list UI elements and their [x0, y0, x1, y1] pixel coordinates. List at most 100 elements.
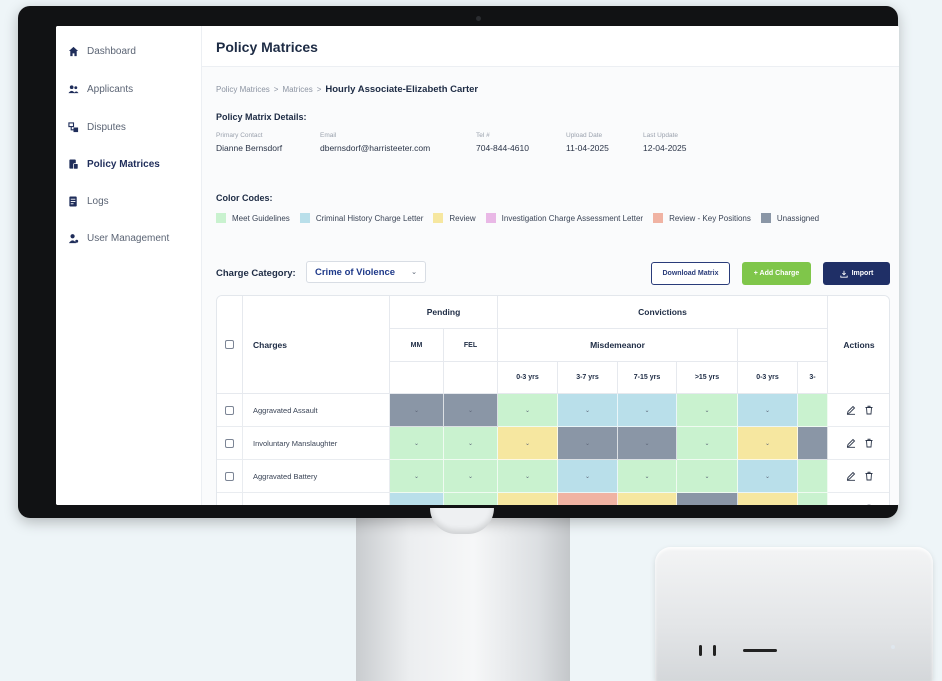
legend-item: Review — [433, 213, 476, 223]
download-matrix-label: Download Matrix — [662, 270, 719, 277]
sidebar-item-dashboard[interactable]: Dashboard — [68, 40, 198, 62]
edit-icon[interactable] — [846, 504, 856, 505]
row-checkbox[interactable] — [225, 405, 234, 415]
chevron-down-icon: ⌄ — [644, 473, 650, 480]
matrix-cell-dropdown[interactable]: ⌄ — [677, 427, 738, 460]
matrix-cell-dropdown[interactable]: ⌄ — [618, 394, 677, 427]
header-range: 0-3 yrs — [738, 362, 798, 394]
edit-icon[interactable] — [846, 471, 856, 481]
screen: Dashboard Applicants Disputes Policy Mat… — [56, 26, 899, 505]
delete-icon[interactable] — [864, 405, 874, 415]
matrix-cell-dropdown[interactable]: ⌄ — [738, 460, 798, 493]
header-convictions: Convictions — [498, 296, 828, 329]
matrix-cell-dropdown[interactable]: ⌄ — [738, 427, 798, 460]
row-actions — [828, 427, 889, 460]
sidebar-item-label: Disputes — [87, 121, 126, 133]
matrix-cell-dropdown[interactable]: ⌄ — [558, 394, 618, 427]
sidebar-item-user-management[interactable]: User Management — [68, 227, 198, 249]
sidebar-item-logs[interactable]: Logs — [68, 190, 198, 212]
matrix-cell-dropdown[interactable] — [798, 493, 828, 505]
matrix-cell-dropdown[interactable]: ⌄ — [738, 394, 798, 427]
detail-value: 704-844-4610 — [476, 143, 529, 153]
chevron-down-icon: ⌄ — [524, 440, 531, 447]
header-misdemeanor: Misdemeanor — [498, 329, 738, 362]
chevron-down-icon: ⌄ — [524, 407, 531, 414]
detail-label: Tel # — [476, 132, 490, 139]
row-checkbox[interactable] — [225, 504, 234, 505]
matrix-cell-dropdown[interactable]: ⌄ — [390, 493, 444, 505]
row-checkbox[interactable] — [225, 438, 234, 448]
delete-icon[interactable] — [864, 438, 874, 448]
matrix-cell-dropdown[interactable]: ⌄ — [618, 460, 677, 493]
chevron-down-icon: ⌄ — [413, 473, 420, 480]
chevron-down-icon: ⌄ — [411, 269, 417, 276]
breadcrumb-matrices[interactable]: Matrices — [282, 85, 312, 94]
matrix-cell-dropdown[interactable]: ⌄ — [738, 493, 798, 505]
usb-port — [713, 645, 716, 656]
matrix-cell-dropdown[interactable]: ⌄ — [677, 460, 738, 493]
detail-last-update: Last Update 12-04-2025 — [643, 132, 686, 153]
main-content: Policy Matrices > Matrices > Hourly Associat… — [202, 67, 899, 505]
detail-tel: Tel # 704-844-4610 — [476, 132, 529, 153]
legend-label: Unassigned — [776, 213, 820, 223]
matrix-cell-dropdown[interactable]: ⌄ — [498, 460, 558, 493]
matrix-cell-dropdown[interactable] — [798, 394, 828, 427]
add-charge-label: + Add Charge — [753, 270, 800, 277]
chevron-down-icon: ⌄ — [467, 473, 474, 480]
edit-icon[interactable] — [846, 438, 856, 448]
row-actions — [828, 394, 889, 427]
add-charge-button[interactable]: + Add Charge — [742, 262, 811, 285]
sidebar-item-policy-matrices[interactable]: Policy Matrices — [68, 153, 198, 175]
legend-item: Review - Key Positions — [653, 213, 751, 223]
header-felony-group — [738, 329, 828, 362]
matrix-cell-dropdown[interactable]: ⌄ — [390, 460, 444, 493]
details-title: Policy Matrix Details: — [216, 112, 307, 122]
matrix-cell-dropdown[interactable]: ⌄ — [498, 427, 558, 460]
table-row-select-cell — [217, 427, 243, 460]
matrix-cell-dropdown[interactable]: ⌄ — [677, 394, 738, 427]
row-checkbox[interactable] — [225, 471, 234, 481]
matrix-cell-dropdown[interactable]: ⌄ — [390, 427, 444, 460]
sidebar-item-disputes[interactable]: Disputes — [68, 116, 198, 138]
chevron-down-icon: ⌄ — [704, 440, 710, 447]
matrix-cell-dropdown[interactable]: ⌄ — [558, 460, 618, 493]
matrix-cell-dropdown[interactable]: ⌄ — [558, 493, 618, 505]
color-legend: Meet Guidelines Criminal History Charge L… — [216, 213, 819, 223]
legend-item: Meet Guidelines — [216, 213, 290, 223]
matrix-cell-dropdown[interactable]: ⌄ — [444, 394, 498, 427]
sidebar-item-applicants[interactable]: Applicants — [68, 78, 198, 100]
detail-label: Email — [320, 132, 337, 139]
header-charges: Charges — [243, 296, 390, 394]
matrix-cell-dropdown[interactable]: ⌄ — [444, 427, 498, 460]
matrix-cell-dropdown[interactable]: ⌄ — [444, 493, 498, 505]
import-button[interactable]: Import — [823, 262, 890, 285]
home-icon — [68, 46, 79, 56]
matrix-cell-dropdown[interactable] — [798, 427, 828, 460]
matrix-cell-dropdown[interactable]: ⌄ — [618, 493, 677, 505]
mac-mini-device — [655, 547, 933, 681]
matrix-cell-dropdown[interactable]: ⌄ — [498, 493, 558, 505]
matrix-cell-dropdown[interactable] — [798, 460, 828, 493]
table-row-charge: Aggravated Battery — [243, 460, 390, 493]
header-pending: Pending — [390, 296, 498, 329]
chevron-down-icon: ⌄ — [584, 440, 591, 447]
logs-icon — [69, 195, 77, 207]
chevron-down-icon: ⌄ — [644, 440, 650, 447]
matrix-cell-dropdown[interactable]: ⌄ — [498, 394, 558, 427]
chevron-down-icon: ⌄ — [584, 407, 591, 414]
matrix-cell-dropdown[interactable]: ⌄ — [677, 493, 738, 505]
delete-icon[interactable] — [864, 504, 874, 505]
matrix-cell-dropdown[interactable]: ⌄ — [390, 394, 444, 427]
charge-category-select[interactable]: Crime of Violence ⌄ — [306, 261, 426, 283]
delete-icon[interactable] — [864, 471, 874, 481]
matrix-cell-dropdown[interactable]: ⌄ — [618, 427, 677, 460]
breadcrumb-policy-matrices[interactable]: Policy Matrices — [216, 85, 270, 94]
download-matrix-button[interactable]: Download Matrix — [651, 262, 730, 285]
select-all-checkbox[interactable] — [225, 340, 234, 349]
matrix-cell-dropdown[interactable]: ⌄ — [558, 427, 618, 460]
chevron-down-icon: ⌄ — [524, 473, 531, 480]
edit-icon[interactable] — [846, 405, 856, 415]
color-codes-title: Color Codes: — [216, 193, 273, 203]
import-icon — [839, 270, 848, 278]
matrix-cell-dropdown[interactable]: ⌄ — [444, 460, 498, 493]
